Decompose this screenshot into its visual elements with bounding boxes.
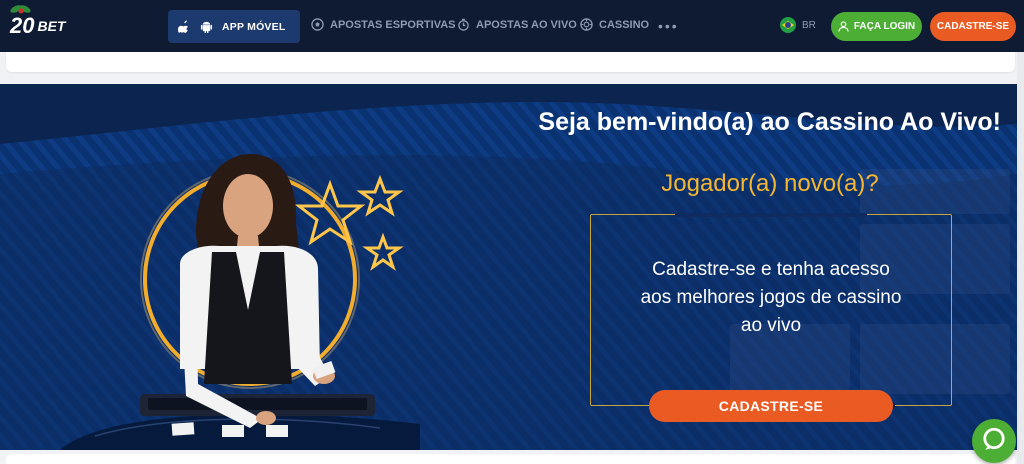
login-label: FAÇA LOGIN — [853, 21, 916, 32]
live-casino-hero-banner: Seja bem-vindo(a) ao Cassino Ao Vivo! Jo… — [0, 84, 1017, 450]
site-logo[interactable]: 20 BET — [10, 5, 90, 46]
header-signup-button[interactable]: CADASTRE-SE — [930, 12, 1016, 41]
next-section-edge — [6, 454, 1015, 464]
holly-decoration-icon — [10, 5, 31, 14]
nav-live-betting[interactable]: APOSTAS AO VIVO — [457, 18, 577, 31]
soccer-ball-icon — [311, 18, 324, 31]
nav-live-betting-label: APOSTAS AO VIVO — [476, 18, 577, 31]
android-icon — [200, 20, 214, 34]
casino-chip-icon — [580, 18, 593, 31]
nav-more-button[interactable]: ••• — [658, 18, 679, 34]
nav-casino-label: CASSINO — [599, 18, 650, 31]
page-scrollbar[interactable] — [1017, 52, 1024, 464]
hero-signup-button[interactable]: CADASTRE-SE — [649, 390, 893, 422]
nav-casino[interactable]: CASSINO — [580, 18, 649, 31]
logo-brand: BET — [37, 18, 66, 34]
brazil-flag-icon — [780, 17, 796, 33]
promo-description: Cadastre-se e tenha acesso aos melhores … — [640, 259, 902, 336]
logo-number: 20 — [10, 13, 35, 38]
app-mobile-button[interactable]: APP MÓVEL — [168, 10, 300, 43]
header-signup-label: CADASTRE-SE — [936, 21, 1010, 32]
hero-title: Seja bem-vindo(a) ao Cassino Ao Vivo! — [538, 108, 1001, 136]
nav-sports-betting[interactable]: APOSTAS ESPORTIVAS — [311, 18, 456, 31]
language-code: BR — [802, 19, 816, 31]
chat-bubble-icon — [981, 426, 1007, 457]
apple-icon — [178, 20, 192, 34]
hero-signup-label: CADASTRE-SE — [718, 398, 824, 414]
app-mobile-label: APP MÓVEL — [222, 20, 286, 33]
language-selector[interactable]: BR — [780, 17, 816, 33]
login-button[interactable]: FAÇA LOGIN — [831, 12, 922, 41]
nav-sports-betting-label: APOSTAS ESPORTIVAS — [330, 18, 456, 31]
user-icon — [838, 21, 849, 32]
promo-heading: Jogador(a) novo(a)? — [661, 170, 879, 197]
content-card-edge — [6, 52, 1015, 72]
top-nav-bar: 20 BET APP MÓVEL APOSTAS ESPORTIVAS APOS… — [0, 0, 1024, 52]
live-chat-button[interactable] — [972, 419, 1016, 463]
stopwatch-icon — [457, 18, 470, 31]
